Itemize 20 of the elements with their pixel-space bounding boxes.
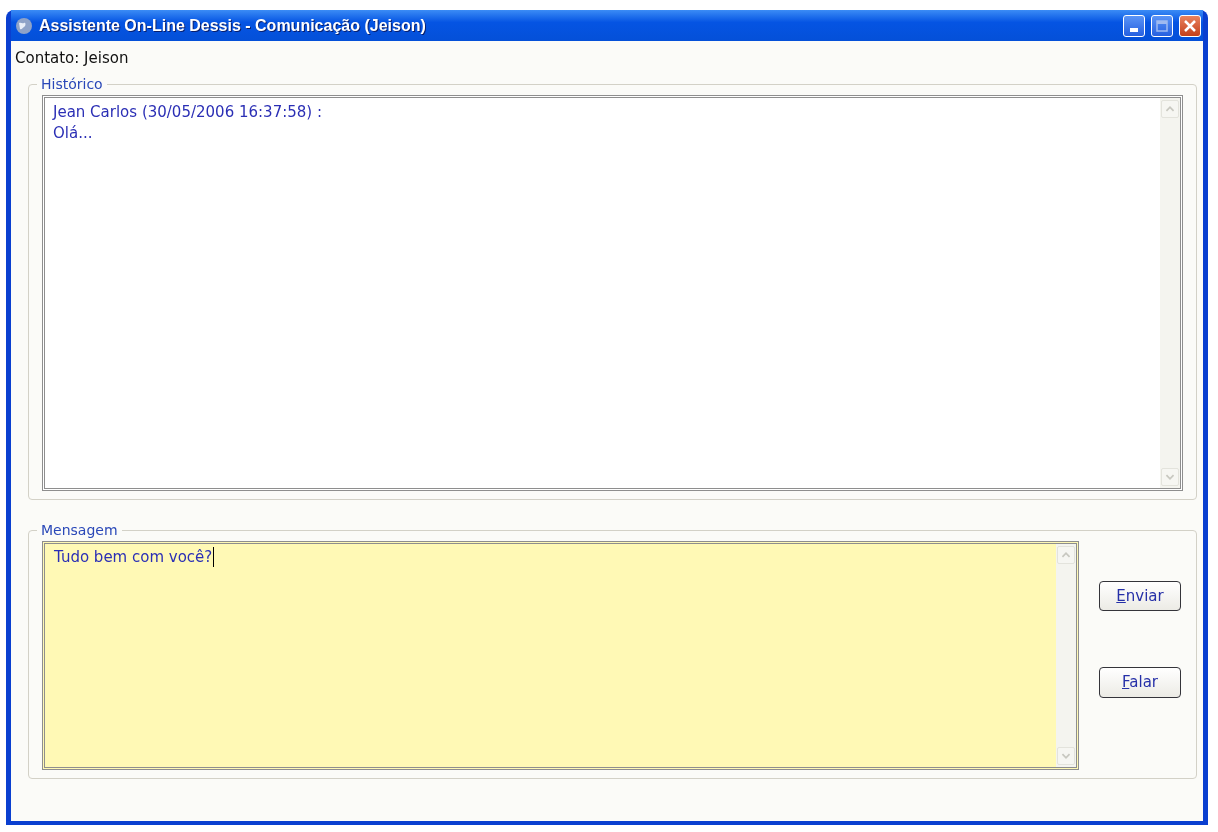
scroll-up-icon[interactable] [1161,99,1179,118]
close-button[interactable] [1179,14,1201,37]
history-line: Olá... [53,122,94,144]
close-icon [1183,18,1197,33]
action-button[interactable]: Enviar [1099,580,1181,611]
contact-label: Contato: Jeison [14,48,130,69]
maximize-icon [1156,19,1168,32]
scrollbar[interactable] [1160,97,1180,488]
window-title: Assistente On-Line Dessis - Comunicação (Jeison) [39,15,427,36]
scroll-down-icon[interactable] [1161,467,1179,486]
minimize-icon [1130,27,1138,32]
text-cursor [213,547,215,567]
globe-icon [15,16,33,35]
scroll-up-icon[interactable] [1057,545,1075,564]
scrollbar[interactable] [1056,543,1076,767]
action-button[interactable]: Falar [1099,667,1181,698]
maximize-button[interactable] [1151,14,1173,37]
history-line: Jean Carlos (30/05/2006 16:37:58) : [53,101,323,123]
scroll-down-icon[interactable] [1057,746,1075,765]
minimize-button[interactable] [1123,14,1145,37]
